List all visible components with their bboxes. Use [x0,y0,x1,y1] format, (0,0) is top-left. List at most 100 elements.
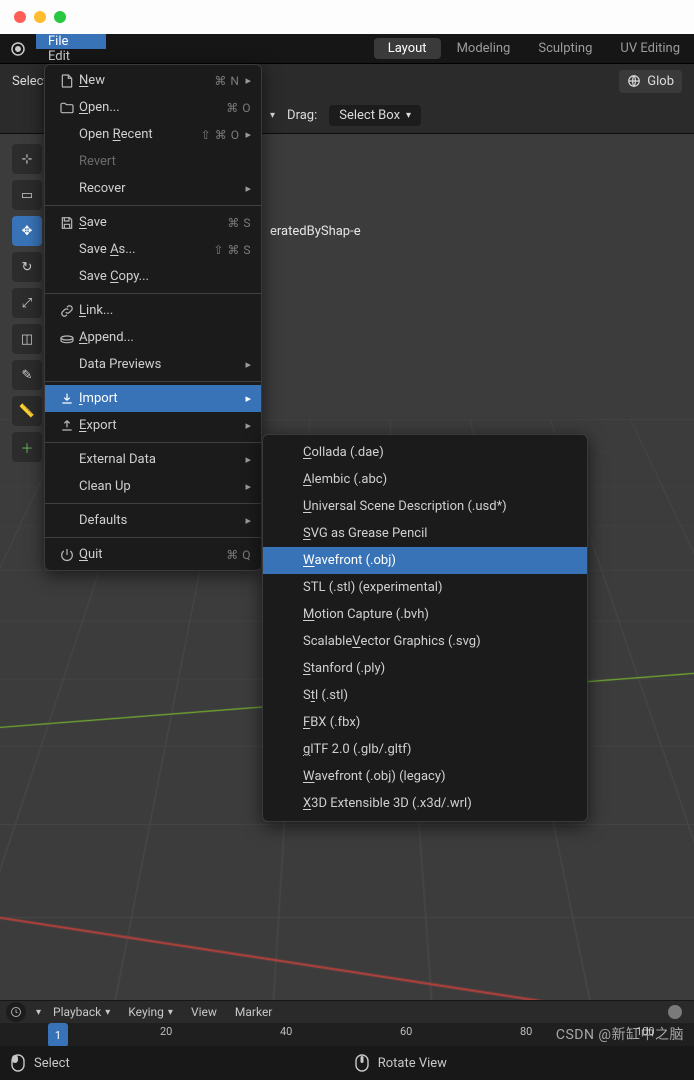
import-stanford-ply[interactable]: Stanford (.ply) [263,655,587,682]
status-select: Select [10,1054,70,1072]
submenu-arrow-icon: ▸ [245,419,251,432]
file-menu-save[interactable]: Save⌘ S [45,209,261,236]
menu-item-label: Defaults [79,513,239,528]
file-menu-open-recent[interactable]: Open Recent⇧ ⌘ O▸ [45,121,261,148]
menu-separator [45,205,261,206]
tool-select-box-button[interactable]: ▭ [12,180,42,210]
import-fbx-fbx[interactable]: FBX (.fbx) [263,709,587,736]
file-menu-new[interactable]: New⌘ N ▸ [45,67,261,94]
select-menu[interactable]: Select [12,74,48,89]
watermark-text: CSDN @新缸中之脑 [556,1024,684,1044]
marker-menu[interactable]: Marker [229,1003,278,1021]
tool-move-button[interactable]: ✥ [12,216,42,246]
file-menu-revert: Revert [45,148,261,175]
import-wavefront-obj[interactable]: Wavefront (.obj) [263,547,587,574]
minimize-window-icon[interactable] [34,11,46,23]
playback-menu[interactable]: Playback ▾ [47,1003,116,1021]
file-menu-defaults[interactable]: Defaults▸ [45,507,261,534]
mouse-left-icon [10,1054,26,1072]
tool-scale-button[interactable]: ⤢ [12,288,42,318]
chevron-down-icon: ▾ [406,110,411,121]
menu-item-label: Data Previews [79,357,239,372]
import-universal-scene-description-usd[interactable]: Universal Scene Description (.usd*) [263,493,587,520]
drag-mode-dropdown[interactable]: Select Box ▾ [329,105,421,126]
workspace-tab-modeling[interactable]: Modeling [443,34,525,63]
status-bar: Select Rotate View [0,1046,694,1080]
file-menu-link[interactable]: Link... [45,297,261,324]
current-frame-indicator[interactable]: 1 [48,1023,68,1047]
chevron-down-icon[interactable]: ▾ [270,110,275,121]
orientation-global-button[interactable]: Glob [619,70,682,93]
blender-logo-icon[interactable] [0,34,36,63]
menu-separator [45,442,261,443]
menu-separator [45,503,261,504]
workspace-tab-uv-editing[interactable]: UV Editing [606,34,694,63]
workspace-tab-layout[interactable]: Layout [374,38,441,59]
orientation-label: Glob [647,74,674,89]
mac-title-bar [0,0,694,34]
menu-item-label: Link... [79,303,251,318]
import-scalable-vector-graphics-svg[interactable]: Scalable Vector Graphics (.svg) [263,628,587,655]
tool-rotate-button[interactable]: ↻ [12,252,42,282]
drag-mode-value: Select Box [339,108,400,123]
menu-separator [45,381,261,382]
menu-item-label: Export [79,418,239,433]
menu-separator [45,293,261,294]
import-svg-as-grease-pencil[interactable]: SVG as Grease Pencil [263,520,587,547]
import-submenu: Collada (.dae)Alembic (.abc)Universal Sc… [262,434,588,822]
tool-cursor-button[interactable]: ⊹ [12,144,42,174]
import-stl-stl-experimental[interactable]: STL (.stl) (experimental) [263,574,587,601]
tool-annotate-button[interactable]: ✎ [12,360,42,390]
timeline-tick: 20 [160,1025,172,1038]
submenu-arrow-icon: ▸ [245,74,251,87]
import-gltf-2-0-glb-gltf[interactable]: glTF 2.0 (.glb/.gltf) [263,736,587,763]
file-menu-save-as[interactable]: Save As...⇧ ⌘ S [45,236,261,263]
file-menu-save-copy[interactable]: Save Copy... [45,263,261,290]
import-stl-stl[interactable]: Stl (.stl) [263,682,587,709]
status-select-label: Select [34,1056,70,1071]
top-menu-file[interactable]: File [36,34,106,49]
file-menu-open[interactable]: Open...⌘ O [45,94,261,121]
file-menu-append[interactable]: Append... [45,324,261,351]
submenu-arrow-icon: ▸ [245,392,251,405]
timeline-view-menu[interactable]: View [185,1003,223,1021]
menu-item-label: Recover [79,181,239,196]
file-menu-data-previews[interactable]: Data Previews ▸ [45,351,261,378]
workspace-tab-sculpting[interactable]: Sculpting [524,34,606,63]
shortcut-label: ⌘ S [199,216,251,230]
import-motion-capture-bvh[interactable]: Motion Capture (.bvh) [263,601,587,628]
keying-menu[interactable]: Keying ▾ [122,1003,179,1021]
import-alembic-abc[interactable]: Alembic (.abc) [263,466,587,493]
auto-key-toggle[interactable] [668,1005,682,1019]
import-wavefront-obj-legacy[interactable]: Wavefront (.obj) (legacy) [263,763,587,790]
submenu-arrow-icon: ▸ [245,358,251,371]
menu-separator [45,537,261,538]
file-menu-import[interactable]: Import▸ [45,385,261,412]
import-collada-dae[interactable]: Collada (.dae) [263,439,587,466]
save-icon [55,215,79,231]
tool-measure-button[interactable]: 📏 [12,396,42,426]
file-menu-recover[interactable]: Recover▸ [45,175,261,202]
menu-item-label: Quit [79,547,199,562]
menu-item-label: External Data [79,452,239,467]
tool-transform-button[interactable]: ◫ [12,324,42,354]
menu-item-label: New [79,73,187,88]
tool-add-button[interactable]: ＋ [12,432,42,462]
menu-item-label: Save [79,215,199,230]
power-icon [55,547,79,563]
import-x3d-extensible-3d-x3d-wrl[interactable]: X3D Extensible 3D (.x3d/.wrl) [263,790,587,817]
maximize-window-icon[interactable] [54,11,66,23]
timeline-editor-icon[interactable] [6,1002,26,1022]
export-icon [55,418,79,434]
file-menu-external-data[interactable]: External Data▸ [45,446,261,473]
status-rotate: Rotate View [354,1054,447,1072]
timeline-tick: 40 [280,1025,292,1038]
top-menu-edit[interactable]: Edit [36,49,106,64]
close-window-icon[interactable] [14,11,26,23]
menu-item-label: Append... [79,330,251,345]
shortcut-label: ⌘ N [187,74,239,88]
file-menu-quit[interactable]: Quit⌘ Q [45,541,261,568]
file-menu-clean-up[interactable]: Clean Up▸ [45,473,261,500]
chevron-down-icon[interactable]: ▾ [36,1007,41,1018]
file-menu-export[interactable]: Export ▸ [45,412,261,439]
